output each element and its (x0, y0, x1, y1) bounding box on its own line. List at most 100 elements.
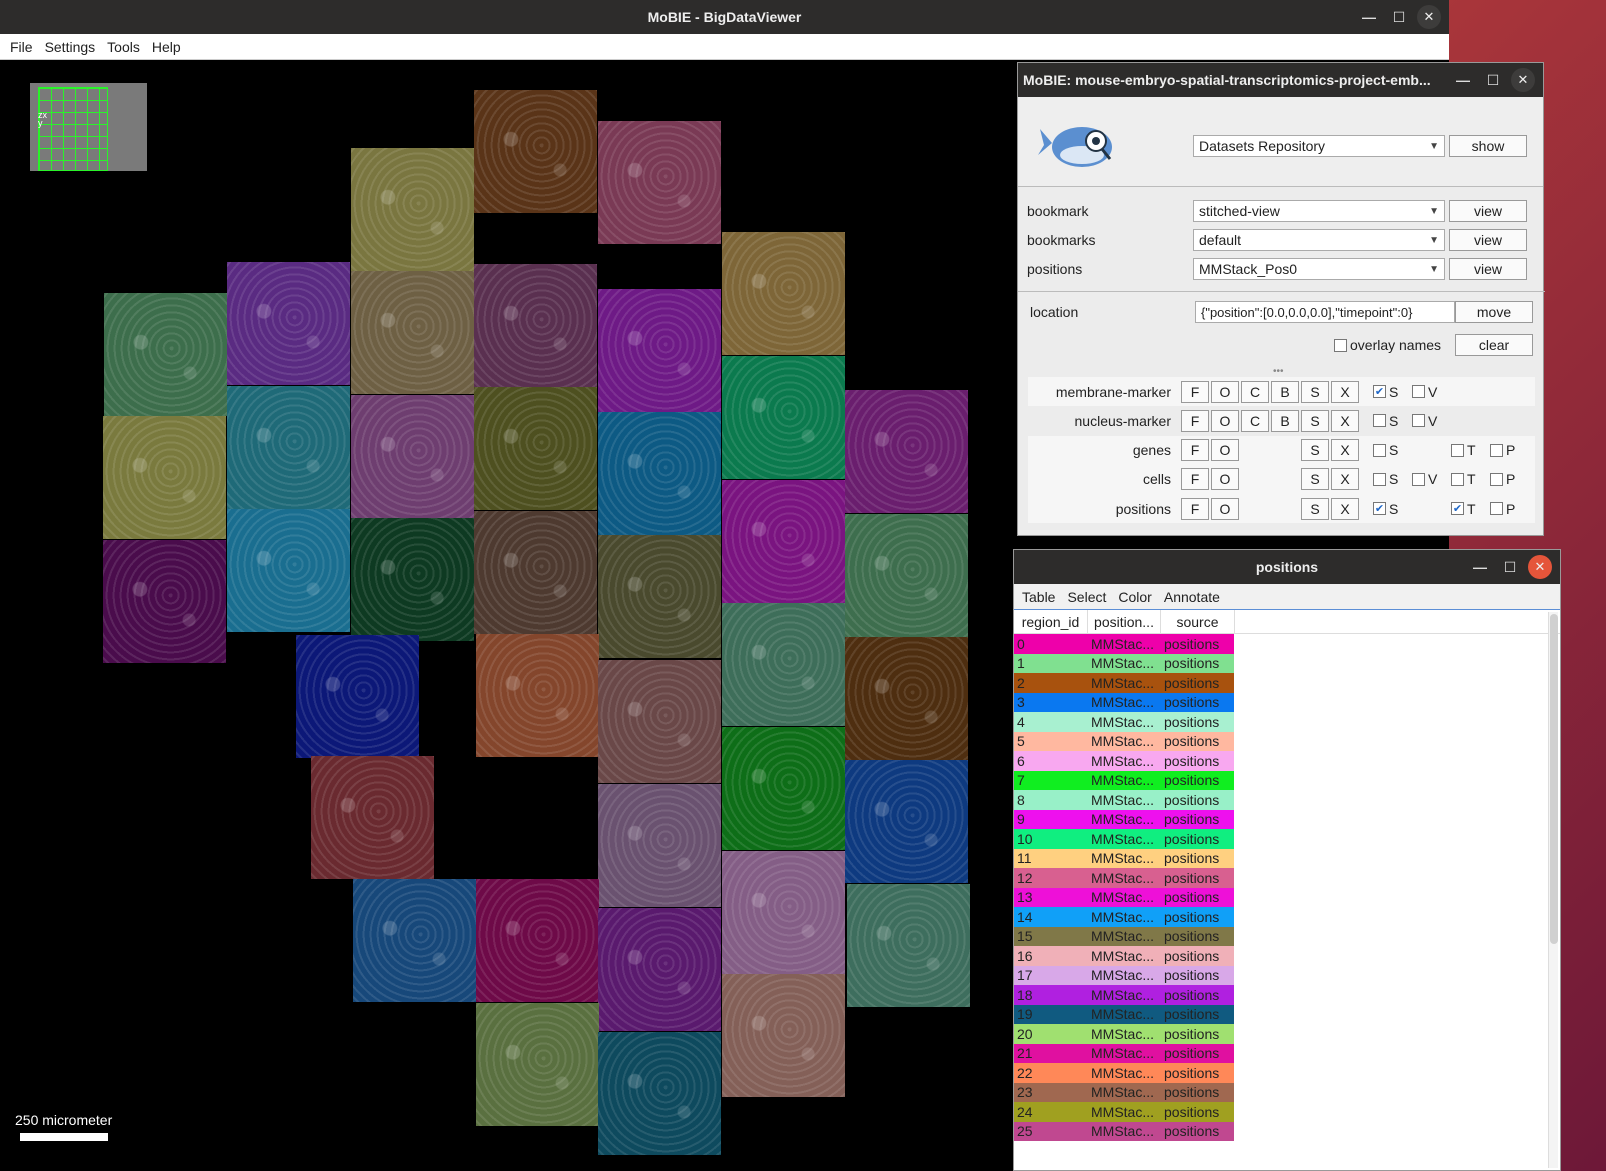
table-row[interactable]: 10 MMStac... positions (1014, 829, 1234, 849)
column-header-source[interactable]: source (1161, 610, 1235, 633)
checkbox-unchecked-icon[interactable] (1412, 472, 1425, 486)
bdv-titlebar[interactable]: MoBIE - BigDataViewer — ☐ ✕ (0, 0, 1449, 34)
move-button[interactable]: move (1455, 301, 1533, 323)
source-v-toggle[interactable]: V (1412, 384, 1451, 400)
table-row[interactable]: 15 MMStac... positions (1014, 926, 1234, 946)
source-x-button[interactable]: X (1331, 380, 1359, 403)
menu-table[interactable]: Table (1016, 589, 1061, 605)
table-row[interactable]: 17 MMStac... positions (1014, 965, 1234, 985)
show-button[interactable]: show (1449, 135, 1527, 157)
source-t-toggle[interactable]: T (1451, 471, 1490, 487)
source-p-toggle[interactable]: P (1490, 471, 1529, 487)
minimize-icon[interactable]: — (1451, 68, 1475, 92)
source-s-button[interactable]: S (1301, 380, 1329, 403)
minimize-icon[interactable]: — (1468, 555, 1492, 579)
menu-annotate[interactable]: Annotate (1158, 589, 1226, 605)
source-s-toggle[interactable]: ✔ S (1373, 501, 1412, 517)
bookmark-view-button[interactable]: view (1449, 200, 1527, 222)
table-row[interactable]: 11 MMStac... positions (1014, 848, 1234, 868)
table-row[interactable]: 25 MMStac... positions (1014, 1121, 1234, 1141)
checkbox-unchecked-icon[interactable] (1373, 414, 1386, 428)
source-s-button[interactable]: S (1301, 468, 1329, 491)
close-icon[interactable]: ✕ (1511, 68, 1535, 92)
source-x-button[interactable]: X (1331, 439, 1359, 462)
checkbox-unchecked-icon[interactable] (1490, 502, 1503, 516)
source-b-button[interactable]: B (1271, 409, 1299, 432)
table-titlebar[interactable]: positions — ☐ ✕ (1014, 550, 1560, 584)
checkbox-unchecked-icon[interactable] (1412, 385, 1425, 398)
source-b-button[interactable]: B (1271, 380, 1299, 403)
overlay-names-toggle[interactable]: overlay names (1334, 337, 1441, 353)
vertical-scrollbar[interactable] (1548, 612, 1558, 1168)
table-row[interactable]: 6 MMStac... positions (1014, 751, 1234, 771)
checkbox-unchecked-icon[interactable] (1412, 414, 1425, 428)
column-header-position[interactable]: position... (1088, 610, 1161, 633)
positions-select[interactable]: MMStack_Pos0 ▼ (1193, 258, 1445, 280)
bookmarks-select[interactable]: default ▼ (1193, 229, 1445, 251)
table-row[interactable]: 3 MMStac... positions (1014, 692, 1234, 712)
source-o-button[interactable]: O (1211, 468, 1239, 491)
menu-help[interactable]: Help (146, 39, 187, 55)
source-f-button[interactable]: F (1181, 439, 1209, 462)
datasets-repository-select[interactable]: Datasets Repository ▼ (1193, 135, 1445, 157)
table-row[interactable]: 13 MMStac... positions (1014, 887, 1234, 907)
menu-tools[interactable]: Tools (101, 39, 146, 55)
source-p-toggle[interactable]: P (1490, 442, 1529, 458)
table-row[interactable]: 8 MMStac... positions (1014, 790, 1234, 810)
checkbox-unchecked-icon[interactable] (1373, 443, 1386, 457)
menu-file[interactable]: File (4, 39, 39, 55)
table-row[interactable]: 4 MMStac... positions (1014, 712, 1234, 732)
source-s-toggle[interactable]: S (1373, 413, 1412, 429)
overlay-names-checkbox[interactable] (1334, 338, 1347, 352)
clear-button[interactable]: clear (1455, 334, 1534, 356)
source-s-button[interactable]: S (1301, 409, 1329, 432)
source-f-button[interactable]: F (1181, 380, 1209, 403)
checkbox-checked-icon[interactable]: ✔ (1373, 502, 1386, 516)
source-x-button[interactable]: X (1331, 497, 1359, 520)
table-row[interactable]: 0 MMStac... positions (1014, 634, 1234, 654)
checkbox-unchecked-icon[interactable] (1373, 472, 1386, 486)
table-row[interactable]: 14 MMStac... positions (1014, 907, 1234, 927)
table-row[interactable]: 22 MMStac... positions (1014, 1063, 1234, 1083)
split-handle-icon[interactable]: ••• (1273, 366, 1284, 377)
checkbox-checked-icon[interactable]: ✔ (1451, 502, 1464, 516)
source-p-toggle[interactable]: P (1490, 501, 1529, 517)
source-v-toggle[interactable]: V (1412, 471, 1451, 487)
table-row[interactable]: 21 MMStac... positions (1014, 1043, 1234, 1063)
source-t-toggle[interactable]: T (1451, 442, 1490, 458)
source-x-button[interactable]: X (1331, 468, 1359, 491)
source-o-button[interactable]: O (1211, 497, 1239, 520)
source-v-toggle[interactable]: V (1412, 413, 1451, 429)
table-row[interactable]: 20 MMStac... positions (1014, 1024, 1234, 1044)
table-row[interactable]: 7 MMStac... positions (1014, 770, 1234, 790)
source-s-toggle[interactable]: S (1373, 471, 1412, 487)
menu-settings[interactable]: Settings (39, 39, 102, 55)
source-c-button[interactable]: C (1241, 380, 1269, 403)
menu-color[interactable]: Color (1112, 589, 1157, 605)
close-icon[interactable]: ✕ (1528, 555, 1552, 579)
source-o-button[interactable]: O (1211, 439, 1239, 462)
checkbox-unchecked-icon[interactable] (1451, 443, 1464, 457)
source-c-button[interactable]: C (1241, 409, 1269, 432)
location-input[interactable]: {"position":[0.0,0.0,0.0],"timepoint":0} (1195, 301, 1455, 323)
bookmark-select[interactable]: stitched-view ▼ (1193, 200, 1445, 222)
table-row[interactable]: 18 MMStac... positions (1014, 985, 1234, 1005)
mobie-titlebar[interactable]: MoBIE: mouse-embryo-spatial-transcriptom… (1018, 63, 1543, 97)
table-row[interactable]: 23 MMStac... positions (1014, 1082, 1234, 1102)
table-row[interactable]: 12 MMStac... positions (1014, 868, 1234, 888)
table-row[interactable]: 19 MMStac... positions (1014, 1004, 1234, 1024)
checkbox-unchecked-icon[interactable] (1451, 472, 1464, 486)
source-t-toggle[interactable]: ✔ T (1451, 501, 1490, 517)
source-s-button[interactable]: S (1301, 439, 1329, 462)
table-row[interactable]: 5 MMStac... positions (1014, 731, 1234, 751)
maximize-icon[interactable]: ☐ (1498, 555, 1522, 579)
source-o-button[interactable]: O (1211, 409, 1239, 432)
source-s-button[interactable]: S (1301, 497, 1329, 520)
source-s-toggle[interactable]: ✔ S (1373, 384, 1412, 400)
source-o-button[interactable]: O (1211, 380, 1239, 403)
menu-select[interactable]: Select (1061, 589, 1112, 605)
source-s-toggle[interactable]: S (1373, 442, 1412, 458)
maximize-icon[interactable]: ☐ (1481, 68, 1505, 92)
scrollbar-thumb[interactable] (1550, 614, 1558, 944)
table-row[interactable]: 16 MMStac... positions (1014, 946, 1234, 966)
